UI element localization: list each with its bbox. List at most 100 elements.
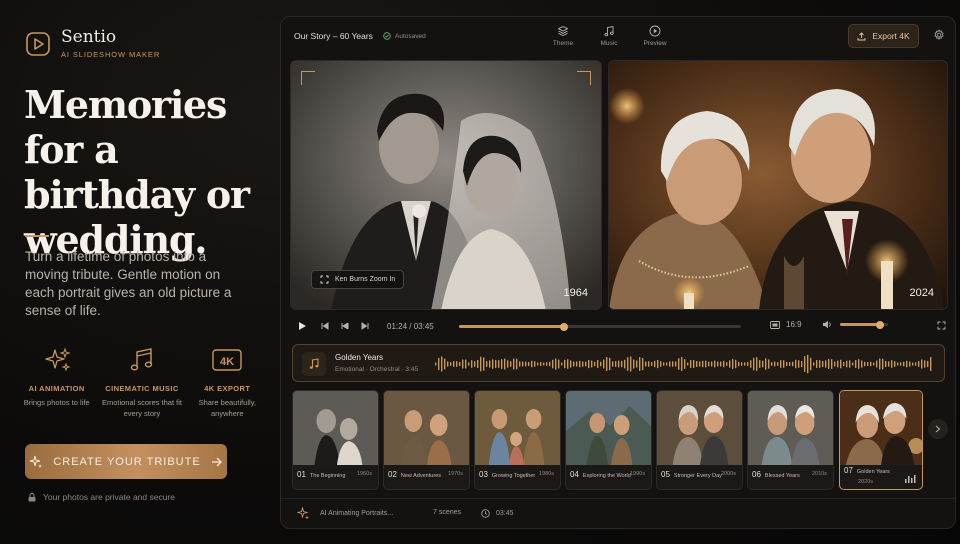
- export-4k-button[interactable]: Export 4K: [848, 24, 919, 48]
- fullscreen-icon[interactable]: [937, 321, 946, 330]
- skip-end-button[interactable]: [361, 322, 369, 330]
- waveform-bar: [609, 357, 611, 371]
- sparkle-icon: [30, 455, 43, 468]
- volume-slider[interactable]: [840, 320, 888, 329]
- skip-start-icon: [321, 322, 329, 330]
- waveform-bar: [621, 360, 623, 368]
- waveform-bar: [618, 360, 620, 368]
- clip-decade: 2010s: [812, 471, 827, 477]
- waveform-bar: [567, 359, 569, 369]
- play-circle-icon: [649, 25, 661, 37]
- skip-start-button[interactable]: [321, 322, 329, 330]
- waveform-bar: [504, 358, 506, 370]
- waveform-bar: [864, 361, 866, 367]
- hero-headline: Memories for a birthday or wedding.: [24, 82, 250, 262]
- volume-icon[interactable]: [822, 320, 832, 329]
- waveform-bar: [870, 361, 872, 367]
- aspect-ratio-icon: [770, 320, 780, 329]
- clip-number: 05: [661, 470, 670, 479]
- waveform-bar: [684, 358, 686, 370]
- cta-label: CREATE YOUR TRIBUTE: [53, 455, 201, 468]
- brand: Sentio AI SLIDESHOW MAKER: [25, 29, 160, 59]
- waveform-bar: [885, 360, 887, 368]
- project-title[interactable]: Our Story – 60 Years: [294, 31, 373, 41]
- waveform-bar: [474, 361, 476, 367]
- waveform-bar: [453, 361, 455, 367]
- volume-handle[interactable]: [875, 320, 884, 329]
- photo-preview-1964[interactable]: Ken Burns Zoom In 1964: [290, 60, 602, 310]
- scrubber-progress: [459, 325, 565, 328]
- scrubber[interactable]: [459, 322, 741, 331]
- scene-clip-01[interactable]: 01 The Beginning 1960s: [292, 390, 379, 490]
- scene-clip-06[interactable]: 06 Blessed Years 2010s: [747, 390, 834, 490]
- waveform-bar: [516, 358, 518, 370]
- aspect-ratio-button[interactable]: 16:9: [770, 320, 802, 329]
- waveform-bar: [744, 362, 746, 366]
- player-controls: 01:24 / 03:45 16:9: [290, 318, 948, 334]
- scene-clip-07[interactable]: 07 Golden Years 2020s: [839, 390, 923, 490]
- tab-music[interactable]: Music: [597, 25, 621, 47]
- waveform-bar: [573, 361, 575, 367]
- clip-decade: 2000s: [721, 471, 736, 477]
- track-meta: Emotional · Orchestral · 3:45: [335, 366, 419, 373]
- waveform-bar: [591, 360, 593, 368]
- tab-label: Music: [600, 40, 618, 47]
- clip-decade: 1990s: [630, 471, 645, 477]
- waveform-bar: [756, 357, 758, 371]
- ken-burns-chip[interactable]: Ken Burns Zoom In: [311, 270, 405, 289]
- tab-theme[interactable]: Theme: [551, 25, 575, 47]
- audio-track[interactable]: Golden Years Emotional · Orchestral · 3:…: [292, 344, 945, 382]
- timeline-next-button[interactable]: [928, 419, 948, 439]
- audio-waveform[interactable]: [435, 349, 935, 379]
- waveform-bar: [831, 358, 833, 370]
- music-icon: [604, 25, 614, 37]
- clip-name: Stronger Every Day: [673, 473, 722, 479]
- waveform-bar: [465, 359, 467, 369]
- waveform-bar: [549, 361, 551, 367]
- waveform-bar: [630, 356, 632, 372]
- volume-level: [840, 323, 880, 326]
- waveform-bar: [783, 360, 785, 368]
- ken-burns-label: Ken Burns Zoom In: [335, 276, 396, 283]
- waveform-bar: [582, 361, 584, 367]
- create-tribute-button[interactable]: CREATE YOUR TRIBUTE: [25, 444, 227, 479]
- rewind-icon: [341, 322, 349, 330]
- current-time: 01:24: [387, 321, 408, 331]
- waveform-bar: [894, 361, 896, 367]
- waveform-bar: [693, 359, 695, 369]
- waveform-bar: [669, 361, 671, 367]
- scene-clip-04[interactable]: 04 Exploring the World 1990s: [565, 390, 652, 490]
- waveform-bar: [882, 358, 884, 370]
- waveform-bar: [594, 361, 596, 367]
- photo-preview-2024[interactable]: 2024: [608, 60, 948, 310]
- waveform-bar: [459, 361, 461, 367]
- export-label: Export 4K: [872, 31, 910, 41]
- scene-clip-03[interactable]: 03 Growing Together 1980s: [474, 390, 561, 490]
- waveform-bar: [879, 358, 881, 370]
- play-button[interactable]: [298, 321, 307, 331]
- waveform-bar: [441, 356, 443, 372]
- scene-clip-05[interactable]: 05 Stronger Every Day 2000s: [656, 390, 743, 490]
- waveform-bar: [540, 361, 542, 367]
- scrubber-handle[interactable]: [560, 322, 569, 331]
- waveform-bar: [603, 359, 605, 369]
- waveform-bar: [495, 359, 497, 369]
- tab-preview[interactable]: Preview: [643, 25, 667, 47]
- 4k-icon: 4K: [212, 349, 242, 371]
- waveform-bar: [480, 356, 482, 372]
- sparkle-icon: [297, 507, 309, 520]
- waveform-bar: [888, 361, 890, 367]
- waveform-bar: [768, 359, 770, 369]
- scene-thumbnail: [566, 391, 651, 465]
- waveform-bar: [654, 360, 656, 368]
- scene-clip-02[interactable]: 02 New Adventures 1970s: [383, 390, 470, 490]
- waveform-bar: [576, 361, 578, 367]
- clip-number: 07: [844, 466, 853, 475]
- waveform-bar: [663, 362, 665, 366]
- gear-icon[interactable]: [933, 29, 945, 41]
- waveform-bar: [645, 361, 647, 367]
- waveform-bar: [798, 360, 800, 368]
- rewind-button[interactable]: [341, 322, 349, 330]
- scene-thumbnail: [293, 391, 378, 465]
- skip-end-icon: [361, 322, 369, 330]
